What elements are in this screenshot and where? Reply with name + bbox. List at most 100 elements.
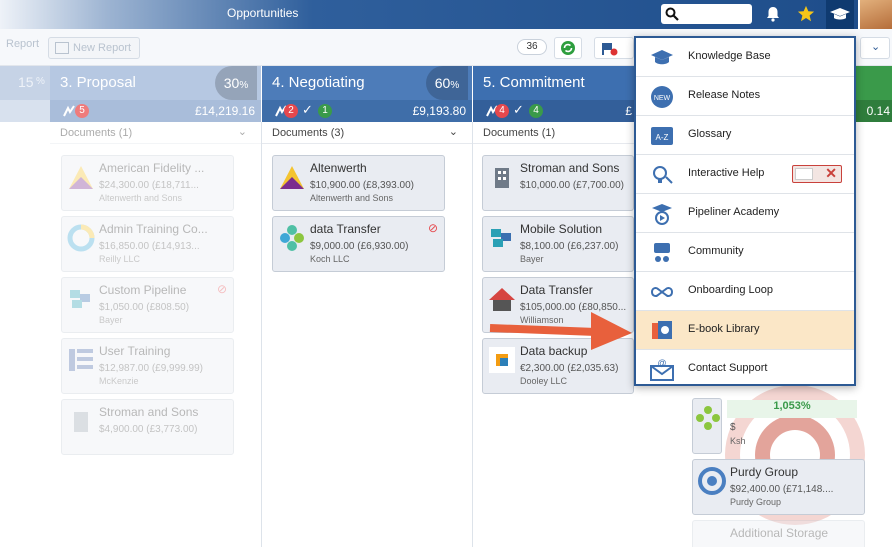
refresh-icon — [561, 41, 575, 55]
column-percent: 30% — [215, 66, 257, 100]
column-summary-partial-right: 0.14 — [856, 100, 892, 122]
chevron-down-icon: ⌄ — [237, 126, 247, 138]
company-logo-icon — [67, 224, 95, 252]
top-bar: Opportunities — [0, 0, 892, 29]
opportunity-card[interactable]: Purdy Group $92,400.00 (£71,148.... Purdy … — [692, 459, 865, 515]
report-button[interactable]: Report — [6, 38, 39, 50]
column-title: 3. Proposal — [60, 74, 136, 91]
filter-button[interactable] — [594, 37, 634, 59]
menu-item-pipeliner-academy[interactable]: Pipeliner Academy — [636, 194, 854, 233]
community-icon — [654, 243, 670, 262]
menu-item-interactive-help[interactable]: Interactive Help ✕ — [636, 155, 854, 194]
company-logo-icon — [696, 406, 720, 430]
column-amount: £9,193.80 — [412, 104, 466, 118]
chevron-down-icon: ⌄ — [448, 126, 458, 138]
opportunity-card[interactable]: Stroman and Sons $4,900.00 (£3,773.00) — [61, 399, 234, 455]
overdue-badge: 2 — [284, 104, 298, 118]
count-badge: 36 — [517, 39, 547, 55]
refresh-button[interactable] — [554, 37, 582, 59]
opportunity-card[interactable] — [692, 398, 722, 454]
column-header-partial-right — [856, 66, 892, 100]
column-sub-partial-left — [0, 100, 50, 122]
interactive-help-toggle[interactable]: ✕ — [792, 165, 842, 183]
company-logo-icon — [69, 349, 93, 371]
done-badge: 1 — [318, 104, 332, 118]
opportunity-card[interactable]: Additional Storage — [692, 520, 865, 547]
opportunity-card[interactable]: Altenwerth $10,900.00 (£8,393.00) Altenwer… — [272, 155, 445, 211]
column-amount: £14,219.16 — [194, 104, 255, 118]
avatar[interactable] — [858, 0, 892, 29]
column-header-partial-left: 15 % — [0, 66, 50, 100]
opportunity-card[interactable]: Stroman and Sons $10,000.00 (£7,700.00) — [482, 155, 634, 211]
glossary-icon: A-Z — [651, 127, 673, 145]
opportunity-card[interactable]: American Fidelity ... $24,300.00 (£18,711… — [61, 155, 234, 211]
overdue-badge: 4 — [495, 104, 509, 118]
company-logo-icon — [491, 229, 511, 247]
help-menu: Knowledge Base NEW Release Notes A-Z Glo… — [634, 36, 856, 386]
menu-item-contact-support[interactable]: @ Contact Support — [636, 350, 854, 389]
check-icon: ✓ — [302, 102, 313, 117]
graduation-cap-icon — [651, 50, 673, 65]
menu-item-community[interactable]: Community — [636, 233, 854, 272]
company-logo-icon — [70, 290, 90, 308]
lightbulb-icon — [653, 166, 673, 184]
opportunity-card[interactable]: Custom Pipeline $1,050.00 (£808.50) Bayer … — [61, 277, 234, 333]
new-report-button[interactable]: New Report — [48, 37, 140, 59]
activity-icon — [63, 105, 75, 117]
documents-toggle-proposal[interactable]: Documents (1) ⌄ — [50, 122, 261, 144]
search-icon — [665, 7, 679, 21]
column-header-negotiating[interactable]: 4. Negotiating 60% — [262, 66, 472, 100]
menu-item-onboarding-loop[interactable]: Onboarding Loop — [636, 272, 854, 311]
column-header-commitment[interactable]: 5. Commitment — [473, 66, 634, 100]
search-input[interactable] — [661, 4, 752, 24]
chevron-down-icon: ⌄ — [871, 41, 881, 53]
company-logo-icon — [69, 166, 93, 189]
menu-item-release-notes[interactable]: NEW Release Notes — [636, 77, 854, 116]
opportunity-card[interactable]: Mobile Solution $8,100.00 (£6,237.00) Baye… — [482, 216, 634, 272]
column-divider — [261, 122, 262, 547]
company-logo-icon — [280, 225, 304, 251]
menu-item-knowledge-base[interactable]: Knowledge Base — [636, 38, 854, 77]
loop-icon — [650, 287, 674, 297]
report-icon — [55, 42, 69, 54]
menu-item-ebook-library[interactable]: E-book Library — [636, 311, 854, 350]
view-dropdown-button[interactable]: ⌄ — [860, 37, 890, 59]
column-title: 5. Commitment — [483, 74, 585, 91]
blocked-icon: ⊘ — [216, 282, 227, 296]
column-summary-negotiating: 2 ✓ 1 £9,193.80 — [262, 100, 472, 122]
ebook-icon — [652, 321, 672, 339]
graduation-cap-icon[interactable] — [826, 0, 854, 29]
column-header-proposal[interactable]: 3. Proposal 30% — [50, 66, 261, 100]
page-title: Opportunities — [227, 6, 299, 20]
svg-text:NEW: NEW — [654, 95, 671, 102]
mail-support-icon: @ — [650, 358, 674, 381]
documents-toggle-commitment[interactable]: Documents (1) — [473, 122, 634, 144]
done-badge: 4 — [529, 104, 543, 118]
documents-toggle-negotiating[interactable]: Documents (3) ⌄ — [262, 122, 472, 144]
menu-item-glossary[interactable]: A-Z Glossary — [636, 116, 854, 155]
company-logo-icon — [280, 166, 304, 189]
blocked-icon: ⊘ — [427, 221, 438, 235]
column-percent: 60% — [426, 66, 468, 100]
column-divider — [472, 122, 473, 547]
column-amount: £ — [625, 104, 632, 118]
column-summary-commitment: 4 ✓ 4 £ — [473, 100, 634, 122]
overdue-badge: 5 — [75, 104, 89, 118]
opportunity-card[interactable]: Admin Training Co... $16,850.00 (£14,913.… — [61, 216, 234, 272]
bell-icon[interactable] — [761, 3, 785, 25]
column-title: 4. Negotiating — [272, 74, 365, 91]
star-icon[interactable] — [794, 3, 818, 25]
new-badge-icon: NEW — [651, 86, 673, 108]
company-logo-icon — [698, 467, 726, 495]
opportunity-card[interactable]: data Transfer $9,000.00 (£6,930.00) Koch L… — [272, 216, 445, 272]
svg-text:A-Z: A-Z — [656, 133, 669, 142]
opportunity-card[interactable]: User Training $12,987.00 (£9,999.99) McKen… — [61, 338, 234, 394]
svg-text:@: @ — [657, 358, 666, 368]
percent-achieved: 1,053% — [727, 400, 857, 418]
building-icon — [495, 168, 509, 188]
check-icon: ✓ — [513, 102, 524, 117]
building-icon — [74, 412, 88, 432]
pointer-arrow — [489, 312, 632, 350]
flag-filter-icon — [602, 43, 618, 56]
close-icon: ✕ — [825, 165, 837, 181]
